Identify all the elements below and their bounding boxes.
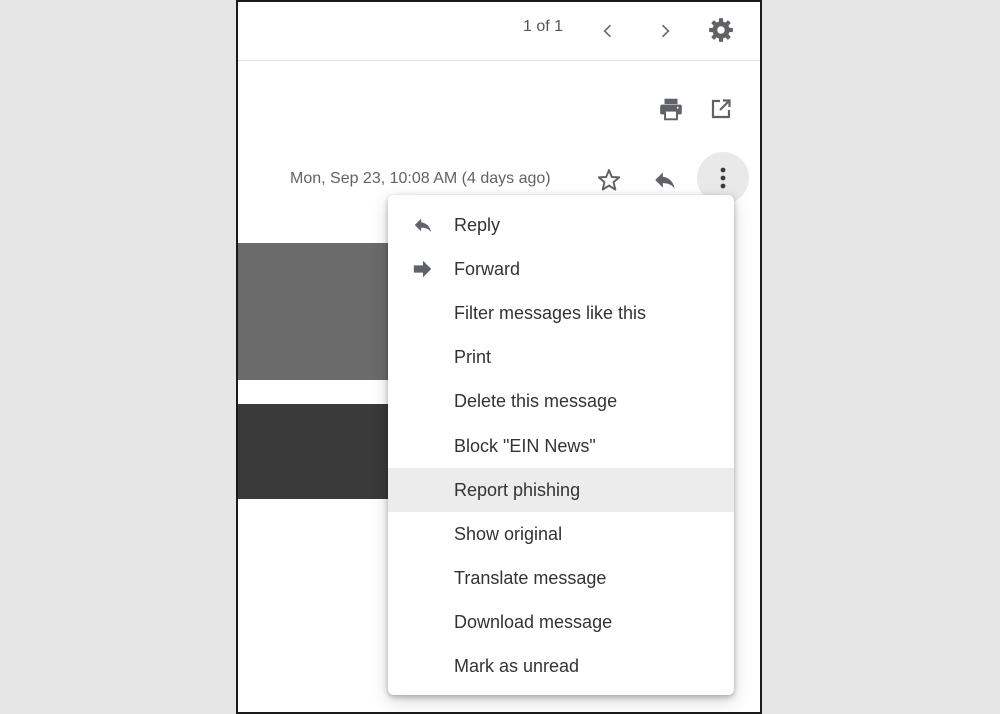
email-body-image [238,404,398,499]
pagination-counter: 1 of 1 [523,18,564,35]
menu-item-forward[interactable]: Forward [388,247,734,291]
chevron-right-icon[interactable] [650,16,680,46]
email-view: 1 of 1 Mon, Sep 23, 10:08 AM (4 days ago… [236,0,762,714]
menu-item-block-sender[interactable]: Block "EIN News" [388,424,734,468]
menu-item-print[interactable]: Print [388,336,734,380]
open-in-new-icon[interactable] [706,94,736,124]
menu-item-label: Filter messages like this [454,302,647,323]
menu-item-label: Reply [454,214,501,235]
menu-item-report-phishing[interactable]: Report phishing [388,468,734,513]
email-body-image [238,243,398,380]
reply-icon [410,214,436,236]
forward-icon [410,258,436,280]
menu-item-show-original[interactable]: Show original [388,512,734,556]
menu-item-label: Translate message [454,568,607,589]
menu-item-label: Block "EIN News" [454,435,596,456]
menu-item-download[interactable]: Download message [388,601,734,645]
gear-icon[interactable] [703,12,739,48]
reply-icon[interactable] [650,165,680,195]
message-date: Mon, Sep 23, 10:08 AM (4 days ago) [290,170,551,187]
menu-item-label: Download message [454,612,613,633]
star-icon[interactable] [594,165,624,195]
menu-item-label: Delete this message [454,391,618,412]
message-options-menu: Reply Forward Filter messages like this … [388,195,734,695]
menu-item-label: Print [454,347,492,368]
menu-item-filter-messages[interactable]: Filter messages like this [388,291,734,335]
menu-item-label: Show original [454,523,563,544]
menu-item-label: Mark as unread [454,656,580,677]
menu-item-delete[interactable]: Delete this message [388,380,734,424]
menu-item-label: Report phishing [454,479,581,500]
print-icon[interactable] [656,94,686,124]
top-toolbar: 1 of 1 [238,2,760,61]
menu-item-translate[interactable]: Translate message [388,557,734,601]
chevron-left-icon[interactable] [593,16,623,46]
menu-item-mark-unread[interactable]: Mark as unread [388,645,734,689]
menu-item-label: Forward [454,258,521,279]
menu-item-reply[interactable]: Reply [388,203,734,247]
